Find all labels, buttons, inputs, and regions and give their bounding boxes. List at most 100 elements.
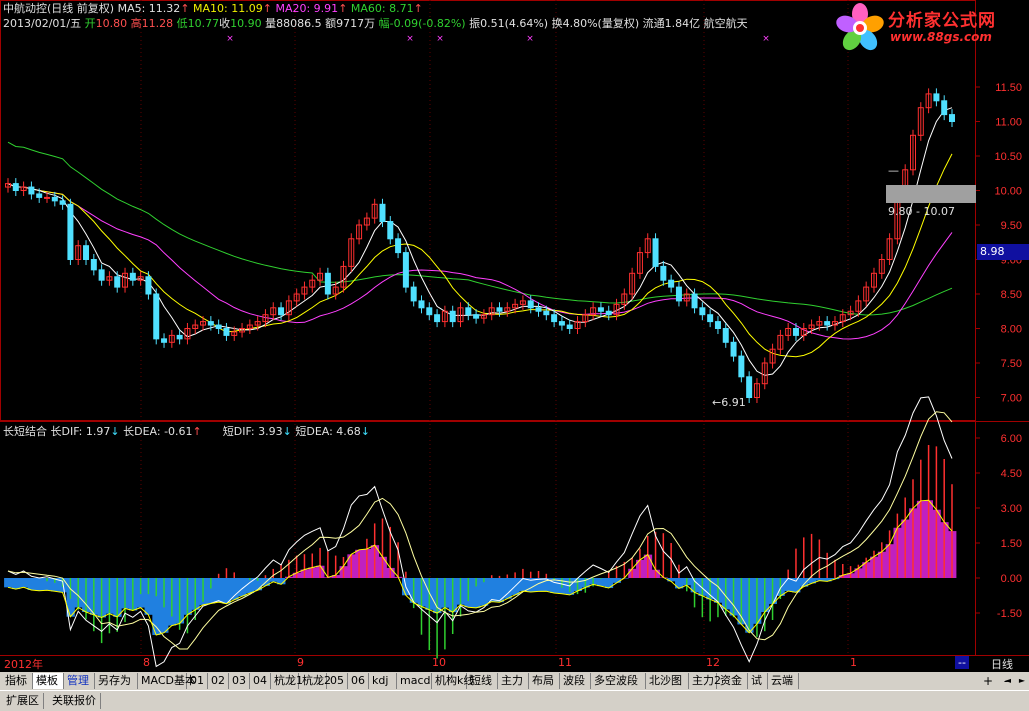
ma5-arrow: ↑ — [180, 2, 190, 15]
ma5-line — [7, 107, 953, 376]
indicator-tab[interactable]: 指标 — [2, 673, 33, 689]
candle-body — [792, 328, 799, 336]
candle-body — [98, 269, 105, 281]
date-axis-label: 12 — [706, 656, 720, 669]
ma20-line — [7, 183, 953, 340]
ma10-label: MA10: 11.09 — [193, 2, 263, 15]
candle-body — [215, 324, 222, 329]
amount: 额9717万 — [325, 17, 376, 30]
indicator-tab[interactable]: 杭龙2 — [299, 673, 331, 689]
candle-body — [746, 376, 753, 398]
short-dif-arrow: ↓ — [282, 425, 292, 438]
indicator-tab[interactable]: 云端 — [768, 673, 799, 689]
period-dash: -- — [955, 656, 969, 669]
long-dea-area — [4, 578, 13, 588]
indicator-tab[interactable]: 主力 — [498, 673, 529, 689]
long-dea-area — [230, 578, 239, 600]
signal-x-marker: × — [226, 34, 234, 44]
high-label: 高 — [130, 17, 142, 30]
change: 幅-0.09(-0.82%) — [378, 17, 466, 30]
indicator-tab[interactable]: 北沙图 — [646, 673, 689, 689]
indicator-tab[interactable]: 杭龙1 — [271, 673, 303, 689]
candle-body — [59, 200, 66, 205]
long-dea-area — [11, 578, 21, 590]
ma60-arrow: ↑ — [413, 2, 423, 15]
signal-x-marker: × — [406, 34, 414, 44]
indicator-tab[interactable]: 多空波段 — [591, 673, 646, 689]
indicator-tab[interactable]: kdj — [369, 673, 397, 689]
long-dif: 长DIF: 1.97 — [50, 425, 111, 438]
indicator-tab[interactable]: 06 — [348, 673, 369, 689]
long-dea-arrow: ↑ — [192, 425, 202, 438]
bottom-tab[interactable]: 扩展区 — [2, 693, 44, 709]
indicator-tab[interactable]: 另存为 — [95, 673, 138, 689]
candle-body — [410, 286, 417, 302]
open-label: 开 — [84, 17, 96, 30]
main-chart-frame — [0, 0, 976, 421]
candle-body — [551, 314, 558, 323]
indicator-tab[interactable]: 05 — [327, 673, 348, 689]
indicator-tab[interactable]: 01 — [187, 673, 208, 689]
scroll-right-icon[interactable]: ► — [1014, 673, 1029, 689]
stock-chart[interactable]: 11.5011.0010.5010.009.509.008.508.007.50… — [0, 0, 1029, 710]
indicator-tab[interactable]: 管理 — [64, 673, 95, 689]
long-dea-area — [27, 578, 36, 590]
candle-body — [83, 245, 90, 260]
candle-body — [67, 203, 74, 261]
ma10-line — [7, 153, 953, 358]
price-tick-label: 10.00 — [994, 186, 1022, 198]
indicator-tab[interactable]: 机构k线 — [432, 673, 474, 689]
candle-body — [660, 265, 667, 281]
candle-body — [527, 300, 534, 309]
candle-body — [51, 196, 58, 202]
flower-icon — [836, 3, 884, 51]
candle-body — [668, 279, 675, 288]
indicator-tab[interactable]: 布局 — [529, 673, 560, 689]
bottom-bar: 扩展区 关联报价 — [0, 690, 1029, 711]
indicator-tick-label: 0.00 — [1001, 573, 1022, 585]
logo-url: www.88gs.com — [890, 30, 992, 44]
indicator-tab[interactable]: 资金 — [717, 673, 748, 689]
date-axis-label: 1 — [850, 656, 857, 669]
indicator-tab[interactable]: 02 — [208, 673, 229, 689]
high-marker: — — [888, 164, 899, 177]
candle-body — [36, 193, 43, 198]
ma5-label: MA5: 11.32 — [117, 2, 181, 15]
period-label[interactable]: -- 日线 — [955, 656, 1029, 672]
candle-body — [418, 300, 425, 309]
candle-body — [426, 307, 433, 316]
indicator-tab[interactable]: 波段 — [560, 673, 591, 689]
ma10-arrow: ↑ — [262, 2, 272, 15]
indicator-tab[interactable]: 试 — [748, 673, 768, 689]
indicator-tab[interactable]: 04 — [250, 673, 271, 689]
bottom-tab[interactable]: 关联报价 — [48, 693, 101, 709]
indicator-axis: 6.00 4.50 3.00 1.50 0.00 -1.50 — [975, 433, 1022, 620]
candle-body — [675, 286, 682, 302]
tab-add-button[interactable]: + — [980, 673, 996, 689]
sector: 航空航天 — [703, 17, 748, 30]
price-tick-label: 7.50 — [1001, 358, 1022, 370]
indicator-tab[interactable]: 短线 — [467, 673, 498, 689]
date-axis: 2012年 8 9 10 11 12 1 — [0, 656, 975, 671]
low-marker: ←6.91 — [712, 396, 746, 409]
indicator-tab[interactable]: MACD基本 — [138, 673, 196, 689]
candle-body — [395, 238, 402, 254]
candle-body — [933, 93, 940, 102]
candle-body — [707, 314, 714, 323]
indicator-header: 长短结合 长DIF: 1.97↓ 长DEA: -0.61↑ 短DIF: 3.93… — [3, 425, 370, 439]
low-label: 低 — [176, 17, 188, 30]
long-dea-area — [495, 578, 504, 603]
short-dea: 短DEA: 4.68 — [295, 425, 361, 438]
candle-body — [153, 293, 160, 340]
ma60-label: MA60: 8.71 — [350, 2, 414, 15]
date-axis-label: 10 — [432, 656, 446, 669]
amplitude: 振0.51(4.64%) — [469, 17, 549, 30]
indicator-tab[interactable]: 主力2 — [689, 673, 721, 689]
indicator-tab[interactable]: 模板 — [33, 673, 64, 689]
long-dea-area — [519, 578, 528, 592]
long-dif-line — [7, 499, 953, 636]
candle-body — [434, 314, 441, 323]
indicator-tab[interactable]: macd — [397, 673, 432, 689]
indicator-tab[interactable]: 03 — [229, 673, 250, 689]
signal-x-marker: × — [436, 34, 444, 44]
